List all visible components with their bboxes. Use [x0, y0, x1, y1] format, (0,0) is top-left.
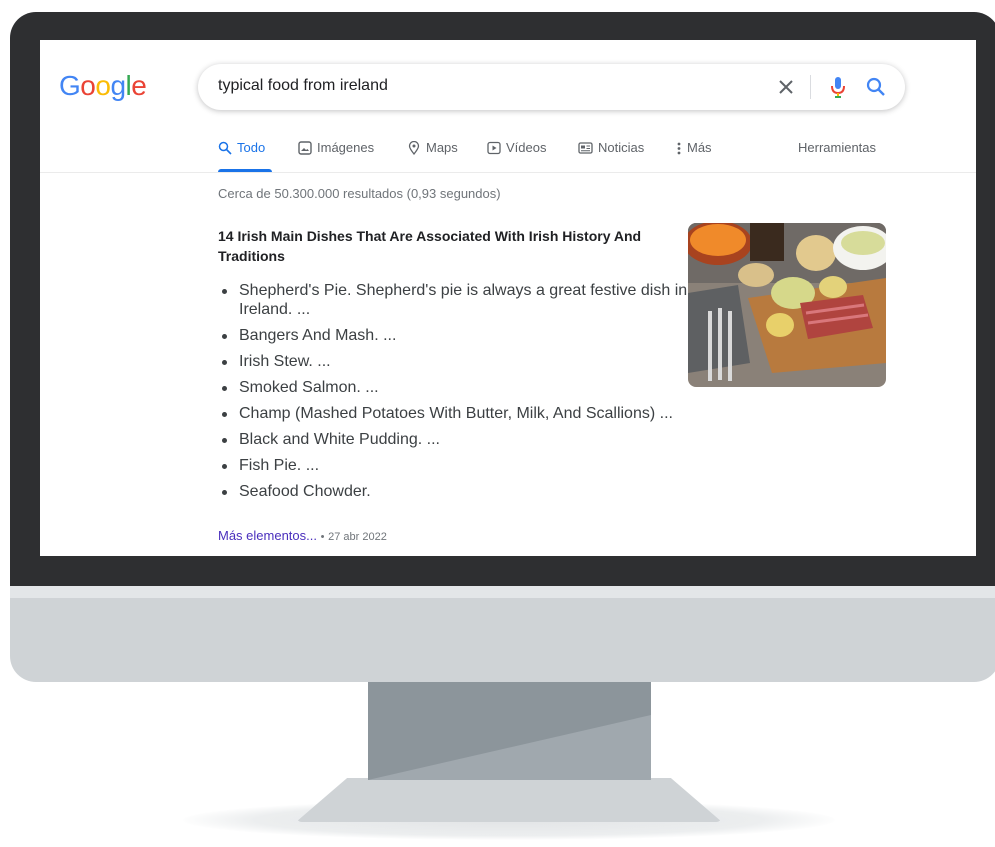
tab-mas[interactable]: Más [676, 140, 712, 170]
browser-screen: Google typical food from ireland Todo Im… [40, 40, 976, 556]
more-vert-icon [677, 142, 681, 155]
tab-label: Todo [237, 140, 266, 155]
tools-label: Herramientas [798, 140, 877, 155]
result-stats: Cerca de 50.300.000 resultados (0,93 seg… [218, 186, 501, 201]
search-tabs: Todo Imágenes Maps Vídeos Noticias Más H… [218, 140, 898, 170]
tab-maps[interactable]: Maps [407, 140, 458, 170]
list-item: Bangers And Mash. ... [218, 326, 698, 345]
list-item: Seafood Chowder. [218, 482, 698, 501]
close-icon[interactable] [776, 77, 796, 97]
monitor-stand-base [296, 778, 722, 822]
news-icon [578, 142, 593, 154]
list-item: Irish Stew. ... [218, 352, 698, 371]
logo-letter: G [59, 70, 81, 101]
list-item: Smoked Salmon. ... [218, 378, 698, 397]
featured-snippet-title[interactable]: 14 Irish Main Dishes That Are Associated… [218, 226, 658, 266]
image-icon [298, 141, 312, 155]
featured-snippet-list: Shepherd's Pie. Shepherd's pie is always… [218, 281, 698, 508]
logo-letter: o [80, 70, 96, 101]
tab-imagenes[interactable]: Imágenes [298, 140, 374, 170]
monitor-chin [10, 590, 995, 682]
logo-letter: e [131, 70, 147, 101]
monitor-chin-highlight [10, 584, 995, 598]
search-icon [218, 141, 232, 155]
search-divider [810, 75, 811, 99]
tabs-divider [40, 172, 976, 173]
map-pin-icon [408, 141, 420, 155]
food-thumbnail-image[interactable] [688, 223, 886, 387]
tab-noticias[interactable]: Noticias [578, 140, 644, 170]
list-item: Shepherd's Pie. Shepherd's pie is always… [218, 281, 698, 319]
list-item: Champ (Mashed Potatoes With Butter, Milk… [218, 404, 698, 423]
tab-label: Maps [426, 140, 458, 155]
tab-todo[interactable]: Todo [218, 140, 265, 170]
google-logo[interactable]: Google [59, 70, 147, 102]
logo-letter: o [95, 70, 111, 101]
tools-button[interactable]: Herramientas [798, 140, 876, 170]
video-icon [487, 141, 501, 155]
tab-label: Más [687, 140, 712, 155]
monitor-stand-neck [368, 680, 651, 780]
list-item: Black and White Pudding. ... [218, 430, 698, 449]
search-input[interactable]: typical food from ireland [218, 77, 388, 95]
tab-label: Vídeos [506, 140, 547, 155]
search-icon[interactable] [865, 76, 887, 98]
list-item: Fish Pie. ... [218, 456, 698, 475]
tab-label: Imágenes [317, 140, 375, 155]
tab-videos[interactable]: Vídeos [487, 140, 546, 170]
separator-dot: • [320, 531, 325, 543]
more-items-link[interactable]: Más elementos... [218, 528, 317, 543]
logo-letter: g [110, 70, 126, 101]
result-date: 27 abr 2022 [328, 531, 387, 543]
microphone-icon[interactable] [828, 75, 848, 99]
search-box[interactable]: typical food from ireland [198, 64, 905, 110]
tab-label: Noticias [598, 140, 645, 155]
more-items-line: Más elementos... • 27 abr 2022 [218, 528, 387, 543]
